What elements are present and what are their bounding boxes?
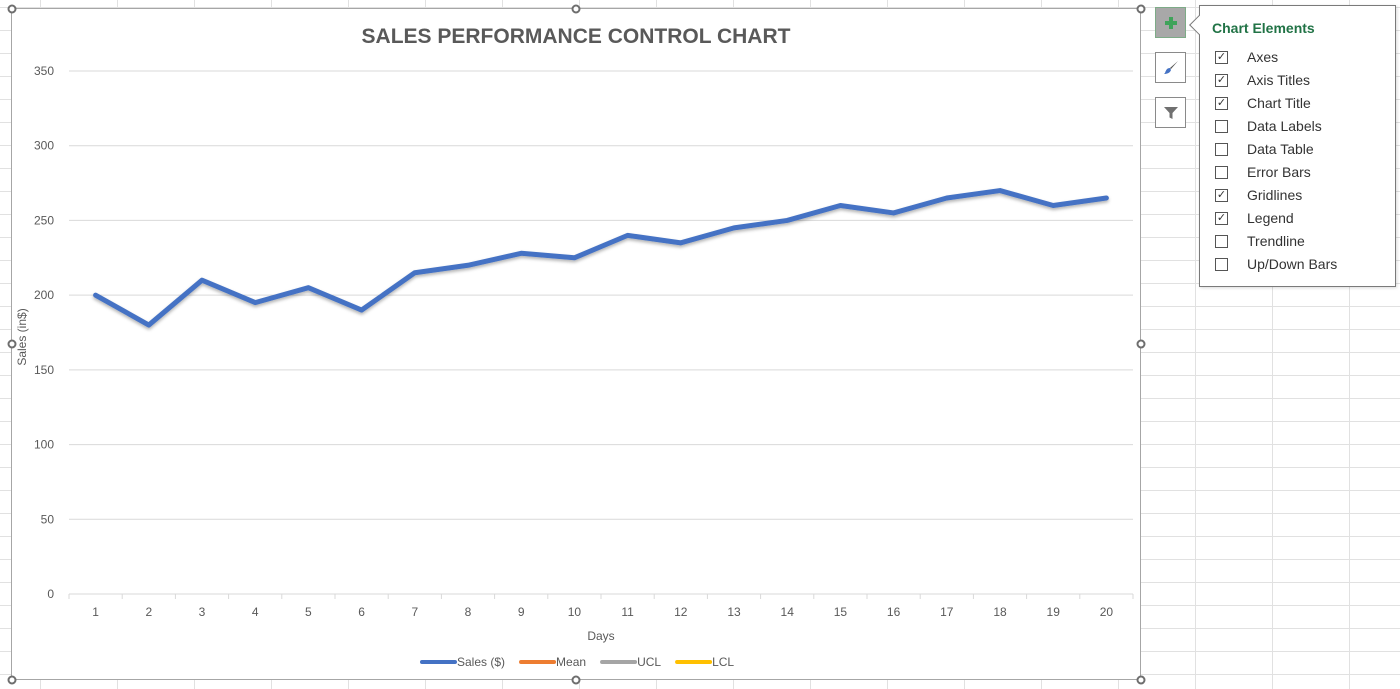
checkbox-checked[interactable]: ✓ [1215,96,1228,110]
option-label: Gridlines [1247,187,1303,203]
x-tick-label: 1 [92,605,99,619]
resize-handle-bottom-left[interactable] [7,675,17,685]
chart-styles-button[interactable] [1155,52,1186,83]
y-tick-label: 250 [34,213,54,227]
legend-item[interactable]: UCL [600,655,661,669]
x-tick-label: 3 [199,605,206,619]
x-axis: 1 2 3 4 5 6 7 8 9 10 11 12 13 14 15 16 17 18 19 20 [68,593,1134,619]
option-label: Data Table [1247,141,1314,157]
chart-area[interactable]: SALES PERFORMANCE CONTROL CHART 0 50 100 15… [11,8,1141,680]
chart-element-option-trendline[interactable]: Trendline [1215,231,1305,251]
x-tick-label: 6 [358,605,365,619]
chart-title[interactable]: SALES PERFORMANCE CONTROL CHART [362,25,791,48]
x-tick-label: 18 [993,605,1007,619]
chart-element-option-axes[interactable]: ✓ Axes [1215,47,1278,67]
y-tick-label: 100 [34,438,54,452]
x-tick-label: 7 [411,605,418,619]
legend: Sales ($) Mean UCL LCL [420,655,734,669]
option-label: Error Bars [1247,164,1311,180]
panel-title: Chart Elements [1212,20,1315,36]
chart-svg: SALES PERFORMANCE CONTROL CHART 05010015… [15,25,1134,669]
legend-label: LCL [712,655,734,669]
chart-elements-panel: Chart Elements ✓ Axes ✓ Axis Titles ✓ Chart T… [1199,5,1396,287]
chart-element-option-error-bars[interactable]: Error Bars [1215,162,1311,182]
x-tick-label: 4 [252,605,259,619]
x-tick-label: 8 [465,605,472,619]
resize-handle-middle-right[interactable] [1136,339,1146,349]
legend-item[interactable]: Sales ($) [420,655,505,669]
chart-element-option-up-down-bars[interactable]: Up/Down Bars [1215,254,1337,274]
x-axis-title[interactable]: Days [587,629,614,643]
series-lines [93,120,1109,377]
option-label: Up/Down Bars [1247,256,1338,272]
chart-element-option-data-table[interactable]: Data Table [1215,139,1314,159]
checkbox-checked[interactable]: ✓ [1215,211,1228,225]
option-label: Legend [1247,210,1294,226]
option-label: Chart Title [1247,95,1311,111]
x-tick-label: 20 [1100,605,1114,619]
option-label: Axes [1247,49,1279,65]
x-tick-label: 12 [674,605,688,619]
checkbox-checked[interactable]: ✓ [1215,50,1228,64]
y-tick-label: 50 [41,512,55,526]
y-axis-title[interactable]: Sales (in$) [15,308,29,365]
y-tick-label: 300 [34,139,54,153]
option-label: Data Labels [1247,118,1322,134]
legend-item[interactable]: Mean [519,655,586,669]
x-tick-label: 5 [305,605,312,619]
option-label: Trendline [1247,233,1305,249]
chart-elements-button[interactable] [1155,7,1186,38]
x-tick-label: 16 [887,605,901,619]
checkbox-unchecked[interactable] [1215,257,1228,271]
option-label: Axis Titles [1247,72,1311,88]
y-tick-label: 350 [34,64,54,78]
y-tick-label: 200 [34,288,54,302]
resize-handle-top-center[interactable] [571,4,581,14]
x-tick-label: 2 [145,605,152,619]
chart-element-option-data-labels[interactable]: Data Labels [1215,116,1322,136]
x-tick-label: 11 [621,605,634,619]
resize-handle-bottom-center[interactable] [571,675,581,685]
legend-label: Sales ($) [457,655,505,669]
plus-icon [1164,16,1177,29]
checkbox-checked[interactable]: ✓ [1215,188,1228,202]
checkbox-unchecked[interactable] [1215,234,1228,248]
x-tick-label: 19 [1047,605,1061,619]
x-tick-label: 10 [568,605,582,619]
checkbox-unchecked[interactable] [1215,119,1228,133]
gridlines [69,70,1133,520]
chart-element-option-gridlines[interactable]: ✓ Gridlines [1215,185,1302,205]
x-tick-label: 15 [834,605,848,619]
legend-label: Mean [556,655,586,669]
chart-element-option-chart-title[interactable]: ✓ Chart Title [1215,93,1311,113]
resize-handle-top-left[interactable] [7,4,17,14]
x-tick-label: 13 [727,605,741,619]
series-line-sales[interactable] [93,188,1109,328]
checkbox-unchecked[interactable] [1215,165,1228,179]
y-axis-ticks: 0 50 100 150 200 250 300 350 [34,64,54,601]
checkbox-checked[interactable]: ✓ [1215,73,1228,87]
y-tick-label: 150 [34,363,54,377]
chart-element-option-axis-titles[interactable]: ✓ Axis Titles [1215,70,1310,90]
y-tick-label: 0 [47,587,54,601]
resize-handle-top-right[interactable] [1136,4,1146,14]
legend-label: UCL [637,655,661,669]
paintbrush-icon [1163,60,1178,74]
resize-handle-middle-left[interactable] [7,339,17,349]
x-tick-label: 9 [518,605,525,619]
checkbox-unchecked[interactable] [1215,142,1228,156]
x-tick-label: 17 [940,605,954,619]
funnel-icon [1163,106,1178,119]
legend-item[interactable]: LCL [675,655,734,669]
resize-handle-bottom-right[interactable] [1136,675,1146,685]
chart-filters-button[interactable] [1155,97,1186,128]
chart-element-option-legend[interactable]: ✓ Legend [1215,208,1294,228]
x-tick-label: 14 [781,605,795,619]
